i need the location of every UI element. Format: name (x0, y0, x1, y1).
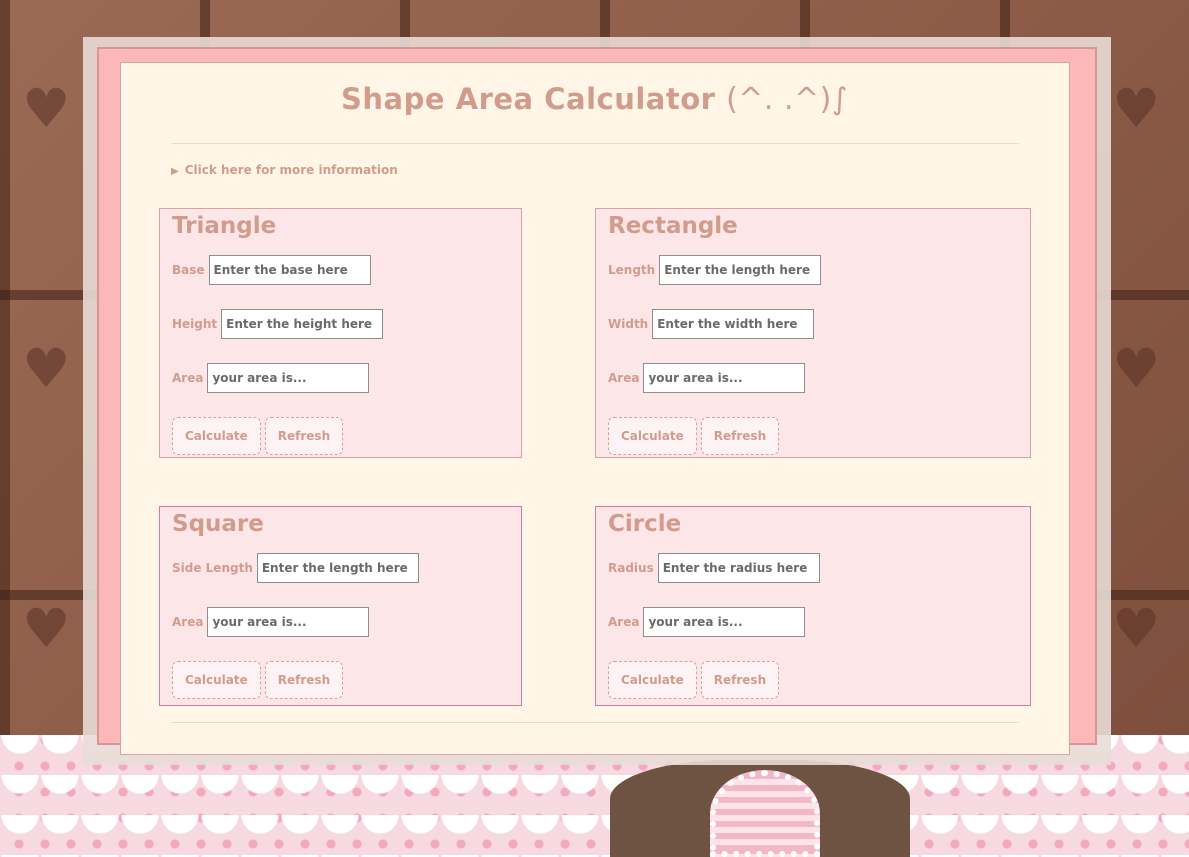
square-area-label: Area (172, 615, 204, 629)
heart-icon: ♥ (1112, 597, 1161, 660)
circle-radius-label: Radius (608, 561, 654, 575)
triangle-refresh-button[interactable]: Refresh (264, 417, 344, 455)
circle-area-row: Area (608, 607, 806, 637)
page-title-text: Shape Area Calculator (341, 82, 716, 116)
triangle-area-row: Area (172, 363, 370, 393)
heart-charm (710, 770, 820, 857)
triangle-height-input[interactable] (221, 309, 384, 339)
triangle-title: Triangle (172, 213, 277, 239)
more-info-toggle[interactable]: ▶ Click here for more information (171, 163, 398, 177)
triangle-base-input[interactable] (208, 255, 371, 285)
square-title: Square (172, 511, 264, 537)
heart-icon: ♥ (22, 597, 71, 660)
circle-radius-input[interactable] (657, 553, 820, 583)
cat-emoticon: (^. .^)∫ (726, 82, 848, 117)
more-info-label: Click here for more information (184, 163, 398, 177)
square-calculate-button[interactable]: Calculate (172, 661, 261, 699)
circle-title: Circle (608, 511, 682, 537)
triangle-height-row: Height (172, 309, 384, 339)
rectangle-length-label: Length (608, 263, 656, 277)
rectangle-area-row: Area (608, 363, 806, 393)
circle-calculate-button[interactable]: Calculate (608, 661, 697, 699)
triangle-base-label: Base (172, 263, 205, 277)
rectangle-area-label: Area (608, 371, 640, 385)
disclosure-triangle-icon: ▶ (171, 166, 179, 177)
triangle-panel: Triangle Base Height Area Calculate Refr… (159, 208, 522, 458)
triangle-height-label: Height (172, 317, 218, 331)
square-side-row: Side Length (172, 553, 419, 583)
rectangle-refresh-button[interactable]: Refresh (700, 417, 780, 455)
circle-area-label: Area (608, 615, 640, 629)
rectangle-panel: Rectangle Length Width Area Calculate Re… (595, 208, 1031, 458)
rectangle-length-input[interactable] (659, 255, 822, 285)
triangle-calculate-button[interactable]: Calculate (172, 417, 261, 455)
rectangle-calculate-button[interactable]: Calculate (608, 417, 697, 455)
rectangle-length-row: Length (608, 255, 822, 285)
square-refresh-button[interactable]: Refresh (264, 661, 344, 699)
circle-area-output[interactable] (643, 607, 806, 637)
square-area-output[interactable] (207, 607, 370, 637)
rectangle-title: Rectangle (608, 213, 738, 239)
circle-refresh-button[interactable]: Refresh (700, 661, 780, 699)
square-area-row: Area (172, 607, 370, 637)
rectangle-width-input[interactable] (652, 309, 815, 339)
square-panel: Square Side Length Area Calculate Refres… (159, 506, 522, 706)
rectangle-width-label: Width (608, 317, 649, 331)
heart-icon: ♥ (22, 337, 71, 400)
triangle-area-label: Area (172, 371, 204, 385)
circle-radius-row: Radius (608, 553, 820, 583)
circle-panel: Circle Radius Area Calculate Refresh (595, 506, 1031, 706)
square-side-label: Side Length (172, 561, 253, 575)
triangle-area-output[interactable] (207, 363, 370, 393)
rectangle-area-output[interactable] (643, 363, 806, 393)
rectangle-width-row: Width (608, 309, 815, 339)
top-divider (171, 143, 1019, 144)
heart-icon: ♥ (1112, 337, 1161, 400)
triangle-base-row: Base (172, 255, 371, 285)
square-side-input[interactable] (256, 553, 419, 583)
bottom-divider (171, 722, 1019, 723)
page-title: Shape Area Calculator (^. .^)∫ (0, 82, 1189, 117)
